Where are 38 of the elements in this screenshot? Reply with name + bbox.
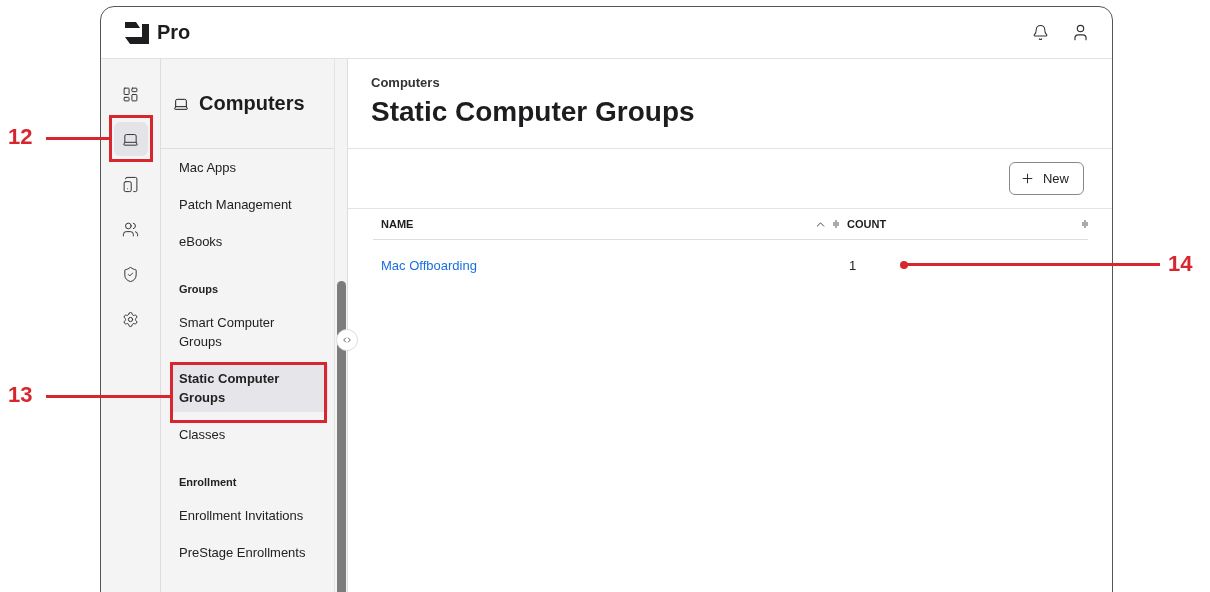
nav-group-heading: Groups xyxy=(179,283,220,295)
user-icon[interactable] xyxy=(1071,23,1090,42)
collapse-handle[interactable] xyxy=(336,329,358,351)
brand-name: Pro xyxy=(157,21,191,44)
scrollbar-thumb[interactable] xyxy=(337,281,346,592)
nav-item[interactable]: Mac Apps xyxy=(171,153,328,182)
users-icon xyxy=(122,220,139,238)
nav-item[interactable]: Smart Computer Groups xyxy=(171,308,328,356)
callout-number: 13 xyxy=(8,382,33,408)
nav-item[interactable]: Patch Management xyxy=(171,190,328,219)
plus-icon xyxy=(1020,171,1035,186)
count-cell-text: 1 xyxy=(848,257,857,273)
page-title: Static Computer Groups xyxy=(371,96,696,128)
dashboard-icon xyxy=(122,85,139,103)
nav-item[interactable]: Classes xyxy=(171,420,328,449)
nav-item[interactable]: PreStage Enrollments xyxy=(171,538,328,567)
column-header[interactable]: NAME xyxy=(381,218,414,230)
new-button[interactable]: New xyxy=(1009,162,1084,195)
settings-icon xyxy=(122,310,139,328)
nav-item[interactable]: Enrollment Invitations xyxy=(171,501,328,530)
nav-item[interactable]: Static Computer Groups xyxy=(171,364,328,412)
notifications-icon[interactable] xyxy=(1032,24,1049,41)
column-resize-icon[interactable] xyxy=(833,219,839,229)
nav-group-heading: Enrollment xyxy=(179,476,238,488)
nav-item[interactable]: eBooks xyxy=(171,227,328,256)
column-resize-icon[interactable] xyxy=(1082,219,1088,229)
column-header[interactable]: COUNT xyxy=(847,218,887,230)
callout-number: 14 xyxy=(1168,251,1193,277)
rail-button[interactable] xyxy=(113,122,148,156)
shield-check-icon xyxy=(122,265,139,283)
highlight-frame xyxy=(109,115,153,162)
breadcrumb: Computers xyxy=(371,75,441,90)
devices-icon xyxy=(122,175,139,193)
logo-icon xyxy=(125,21,149,44)
leader-line xyxy=(46,137,110,140)
section-title: Computers xyxy=(199,92,305,115)
callout-number: 12 xyxy=(8,124,33,150)
group-link[interactable]: Mac Offboarding xyxy=(381,257,477,273)
